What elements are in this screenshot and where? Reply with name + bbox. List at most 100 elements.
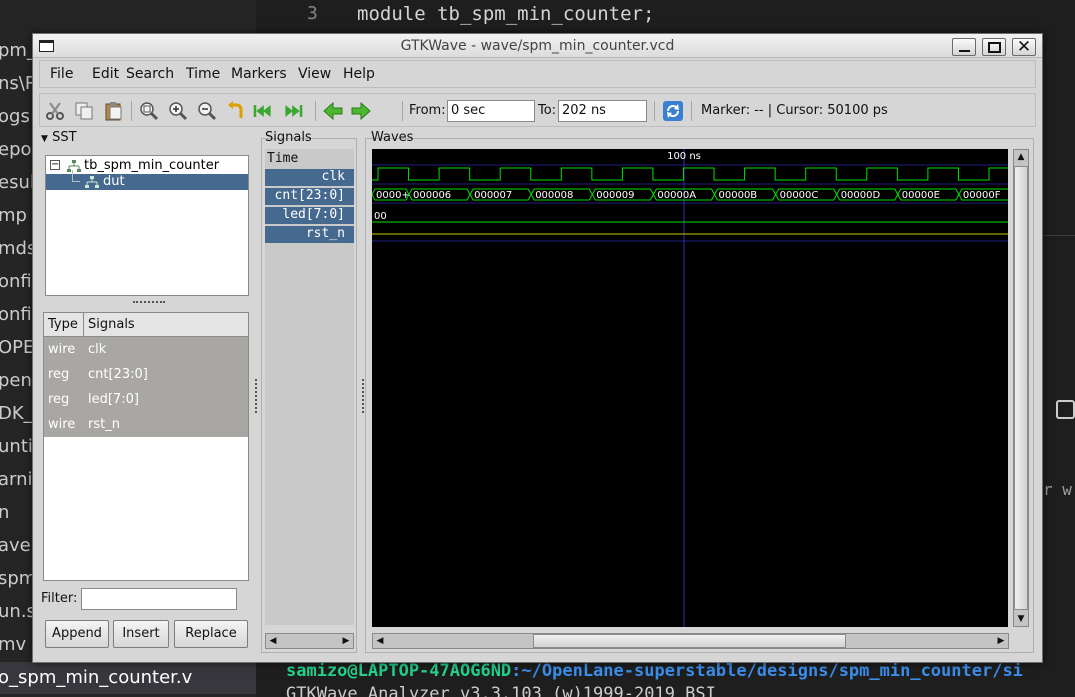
explorer-item[interactable]: n: [0, 502, 9, 523]
menu-time[interactable]: Time: [186, 66, 220, 82]
toolbar-separator: [131, 101, 132, 121]
close-button[interactable]: ✕: [1012, 37, 1036, 57]
scroll-right-icon[interactable]: ▶: [339, 635, 353, 647]
tree-connector: [72, 170, 80, 182]
split-editor-icon[interactable]: [1056, 400, 1075, 419]
signal-name-clk[interactable]: clk: [265, 169, 354, 186]
scroll-left-icon[interactable]: ◀: [373, 635, 387, 647]
zoom-in-icon[interactable]: [167, 101, 189, 121]
tree-label: dut: [103, 174, 125, 189]
tree-item-dut[interactable]: dut: [46, 170, 248, 190]
scroll-down-icon[interactable]: ▼: [1014, 613, 1028, 625]
explorer-item[interactable]: DK_: [0, 403, 33, 424]
cnt-bus-value: 00000D: [841, 190, 881, 201]
window-title: GTKWave - wave/spm_min_counter.vcd: [400, 38, 675, 54]
menu-edit[interactable]: Edit: [92, 66, 119, 82]
copy-icon[interactable]: [73, 101, 95, 121]
signal-type: reg: [48, 367, 70, 382]
signal-name-led[interactable]: led[7:0]: [265, 207, 354, 224]
explorer-item[interactable]: arni: [0, 469, 33, 490]
explorer-item[interactable]: ogs: [0, 106, 30, 127]
signal-row[interactable]: wire rst_n: [44, 412, 248, 437]
zoom-fit-icon[interactable]: [138, 101, 160, 121]
minimize-button[interactable]: [952, 38, 976, 56]
vertical-scroll-thumb[interactable]: [1014, 166, 1028, 610]
column-signals[interactable]: Signals: [88, 317, 135, 332]
scroll-left-icon[interactable]: ◀: [266, 635, 280, 647]
menu-file[interactable]: File: [50, 66, 73, 82]
zoom-start-icon[interactable]: [252, 101, 274, 121]
explorer-item[interactable]: ave: [0, 535, 31, 556]
filter-input[interactable]: [81, 588, 237, 610]
type-signals-header: Type Signals: [43, 312, 249, 337]
gtkwave-window: GTKWave - wave/spm_min_counter.vcd ✕ Fil…: [32, 33, 1043, 663]
window-titlebar[interactable]: GTKWave - wave/spm_min_counter.vcd ✕: [33, 34, 1042, 58]
menu-view[interactable]: View: [298, 66, 331, 82]
scroll-right-icon[interactable]: ▶: [994, 635, 1008, 647]
waveform-display[interactable]: 100 ns0000+ 000006 000007 000008 000009 00000…: [371, 149, 1012, 627]
signal-type: wire: [48, 342, 76, 357]
sst-tree[interactable]: − tb_spm_min_counter dut: [45, 155, 249, 296]
explorer-item[interactable]: mp: [0, 205, 27, 226]
cnt-bus-value: 00000B: [719, 190, 758, 201]
explorer-item[interactable]: pm_: [0, 40, 36, 61]
scroll-up-icon[interactable]: ▲: [1014, 151, 1028, 163]
signal-name: led[7:0]: [88, 392, 139, 407]
menu-markers[interactable]: Markers: [231, 66, 287, 82]
signal-name-rst[interactable]: rst_n: [265, 226, 354, 243]
cut-icon[interactable]: [44, 101, 66, 121]
waves-header: Waves: [371, 130, 414, 145]
insert-button[interactable]: Insert: [113, 620, 169, 648]
signals-horizontal-scrollbar[interactable]: ◀ ▶: [265, 633, 354, 649]
maximize-button[interactable]: [982, 38, 1006, 56]
signal-row[interactable]: reg cnt[23:0]: [44, 362, 248, 387]
explorer-item[interactable]: un.s: [0, 601, 36, 622]
cnt-bus-value: 000007: [474, 190, 512, 201]
pane-resize-handle[interactable]: [133, 301, 165, 303]
waves-canvas[interactable]: 100 ns 0000+ 000006 000007 000008 000009 00000…: [371, 149, 1012, 627]
append-button[interactable]: Append: [45, 620, 109, 648]
signal-row[interactable]: reg led[7:0]: [44, 387, 248, 412]
signal-name-cnt[interactable]: cnt[23:0]: [265, 188, 354, 205]
next-edge-icon[interactable]: [350, 101, 372, 121]
filter-label: Filter:: [41, 591, 78, 606]
signals-list: Time clk cnt[23:0] led[7:0] rst_n: [265, 149, 354, 625]
explorer-item[interactable]: mv: [0, 634, 26, 655]
menu-help[interactable]: Help: [343, 66, 375, 82]
collapse-triangle-icon: ▼: [41, 134, 48, 144]
undo-zoom-icon[interactable]: [225, 101, 247, 121]
module-icon: [85, 176, 99, 188]
time-marker-label: 100 ns: [667, 151, 701, 162]
signal-name: rst_n: [88, 417, 120, 432]
sst-header[interactable]: ▼ SST: [41, 130, 77, 145]
zoom-end-icon[interactable]: [282, 101, 304, 121]
prev-edge-icon[interactable]: [322, 101, 344, 121]
menu-search[interactable]: Search: [126, 66, 174, 82]
signal-row[interactable]: wire clk: [44, 337, 248, 362]
replace-button[interactable]: Replace: [174, 620, 248, 648]
waves-horizontal-scrollbar[interactable]: ◀ ▶: [372, 633, 1009, 649]
column-type[interactable]: Type: [48, 317, 78, 332]
reload-icon[interactable]: [662, 101, 684, 121]
close-icon: ✕: [1016, 37, 1032, 57]
tree-collapse-icon: −: [50, 159, 60, 170]
signal-type: reg: [48, 392, 70, 407]
signal-name: clk: [88, 342, 107, 357]
from-input[interactable]: 0 sec: [447, 100, 535, 122]
to-input[interactable]: 202 ns: [558, 100, 647, 122]
explorer-item[interactable]: pen: [0, 370, 32, 391]
cnt-bus-value: 000009: [596, 190, 634, 201]
explorer-item[interactable]: o_spm_min_counter.v: [0, 667, 192, 688]
toolbar-separator: [315, 101, 316, 121]
from-label: From:: [409, 103, 446, 118]
desktop: pm_ ns\R ogs epor esult mp mds onfig onfig OPEN pe…: [0, 0, 1075, 697]
horizontal-scroll-thumb[interactable]: [533, 634, 846, 648]
waves-vertical-scrollbar[interactable]: ▲ ▼: [1013, 149, 1029, 627]
pane-splitter[interactable]: [255, 379, 257, 413]
pane-splitter[interactable]: [362, 379, 364, 413]
paste-icon[interactable]: [102, 101, 124, 121]
explorer-item[interactable]: mds: [0, 238, 36, 259]
toolbar: From: 0 sec To: 202 ns Marker: -- | Curs…: [39, 93, 1036, 127]
zoom-out-icon[interactable]: [196, 101, 218, 121]
explorer-item[interactable]: spm: [0, 568, 36, 589]
